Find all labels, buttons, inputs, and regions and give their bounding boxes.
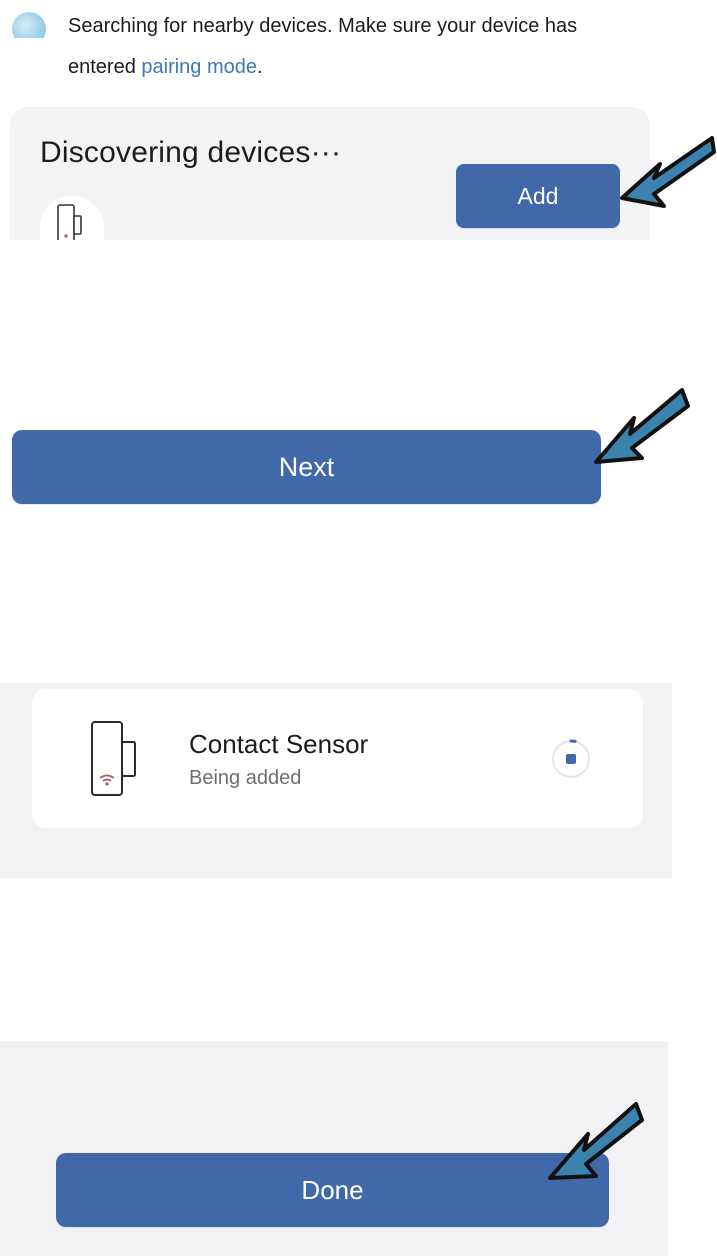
- contact-sensor-icon: [57, 204, 82, 240]
- pairing-mode-link[interactable]: pairing mode: [141, 56, 257, 78]
- search-message: Searching for nearby devices. Make sure …: [68, 6, 628, 88]
- search-message-end: .: [257, 56, 263, 78]
- loading-spinner-icon: [552, 739, 590, 778]
- discovering-title: Discovering devices···: [40, 136, 342, 169]
- next-button[interactable]: Next: [12, 430, 601, 504]
- search-dot-icon: [12, 12, 46, 38]
- device-name: Contact Sensor: [189, 729, 369, 759]
- done-button[interactable]: Done: [56, 1153, 609, 1227]
- device-status: Being added: [189, 767, 302, 789]
- contact-sensor-icon: [91, 721, 136, 796]
- add-button[interactable]: Add: [456, 164, 620, 228]
- pointer-arrow-icon: [594, 388, 690, 464]
